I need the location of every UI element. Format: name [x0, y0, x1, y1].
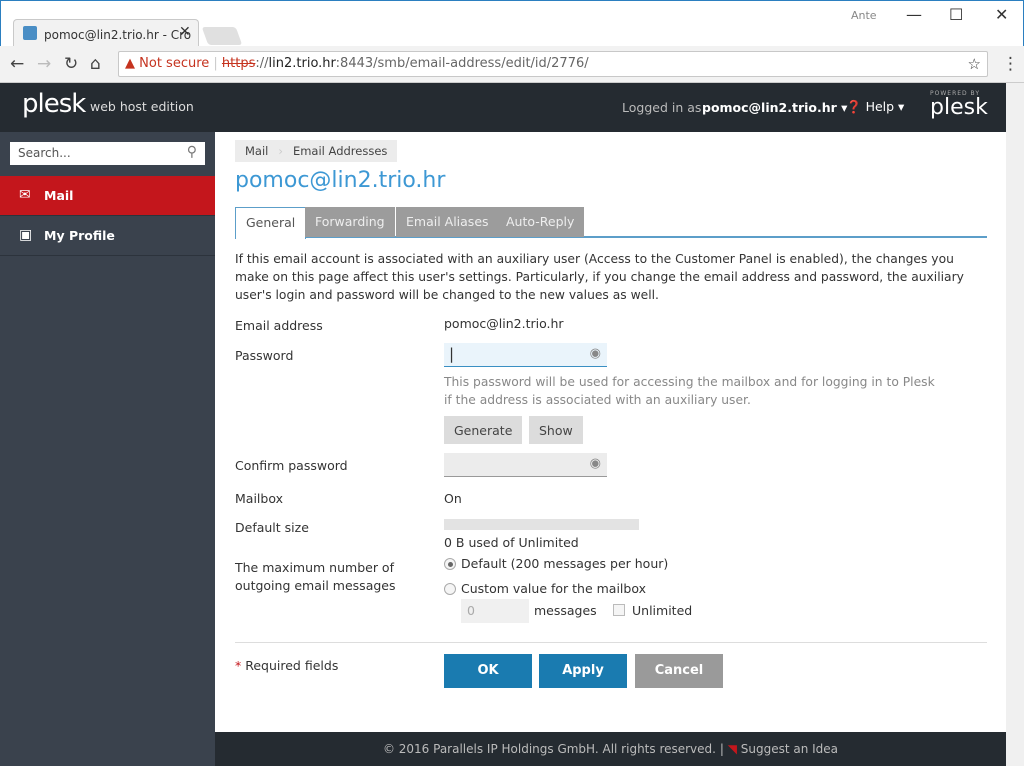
breadcrumb-mail[interactable]: Mail: [235, 144, 278, 158]
close-tab-icon[interactable]: ✕: [179, 24, 191, 40]
tab-general[interactable]: General: [235, 207, 307, 239]
tab-bar: General Forwarding Email Aliases Auto-Re…: [235, 207, 987, 239]
sidebar-item-mail[interactable]: ✉ Mail: [0, 176, 215, 216]
breadcrumb: Mail › Email Addresses: [235, 140, 398, 162]
page-title: pomoc@lin2.trio.hr: [235, 168, 446, 193]
mailbox-label: Mailbox: [235, 491, 283, 506]
required-note: * Required fields: [235, 658, 338, 673]
profile-name[interactable]: Ante: [851, 9, 877, 22]
help-icon: ❓: [846, 99, 862, 114]
sidebar: Search... ⚲ ✉ Mail ▣ My Profile: [0, 132, 215, 766]
password-hint: This password will be used for accessing…: [444, 375, 935, 407]
logged-in-label: Logged in as: [622, 100, 702, 115]
minimize-icon[interactable]: —: [906, 5, 922, 24]
messages-label: messages: [534, 603, 597, 618]
confirm-password-label: Confirm password: [235, 458, 348, 473]
unlimited-checkbox[interactable]: [613, 604, 625, 616]
browser-titlebar: pomoc@lin2.trio.hr - Cro ✕ Ante — ☐ ✕: [0, 0, 1024, 47]
email-value: pomoc@lin2.trio.hr: [444, 316, 564, 331]
url-path: :8443/smb/email-address/edit/id/2776/: [335, 56, 589, 71]
default-size-label: Default size: [235, 520, 309, 535]
custom-option-label[interactable]: Custom value for the mailbox: [461, 581, 646, 596]
user-name: pomoc@lin2.trio.hr: [702, 100, 837, 115]
confirm-password-input[interactable]: ◉: [444, 453, 607, 477]
favicon-icon: [23, 26, 37, 40]
plesk-header: plesk web host edition Logged in as pomo…: [0, 83, 1006, 132]
powered-plesk-logo: plesk: [930, 95, 988, 120]
suggest-icon: ◥: [727, 742, 737, 756]
key-icon[interactable]: ◉: [590, 346, 601, 361]
bookmark-star-icon[interactable]: ☆: [968, 55, 981, 73]
usage-bar: [444, 519, 639, 530]
max-messages-label-2: outgoing email messages: [235, 578, 396, 593]
help-menu[interactable]: ❓ Help ▾: [846, 99, 904, 115]
url-scheme: https: [221, 56, 256, 71]
custom-radio[interactable]: [444, 583, 456, 595]
sidebar-item-label: My Profile: [44, 228, 115, 243]
required-mark: *: [235, 658, 242, 673]
tab-title: pomoc@lin2.trio.hr - Cro: [44, 28, 192, 42]
forward-icon[interactable]: →: [37, 54, 51, 74]
user-menu[interactable]: pomoc@lin2.trio.hr ▾: [702, 100, 847, 115]
sidebar-item-label: Mail: [44, 188, 74, 203]
key-icon[interactable]: ◉: [590, 456, 601, 471]
search-input[interactable]: Search... ⚲: [10, 142, 205, 165]
ok-button[interactable]: OK: [444, 654, 532, 688]
new-tab-button[interactable]: [201, 27, 243, 45]
profile-icon: ▣: [19, 227, 33, 243]
mail-icon: ✉: [19, 187, 31, 203]
search-placeholder: Search...: [18, 146, 71, 160]
security-label[interactable]: Not secure: [139, 56, 209, 71]
main-content: Mail › Email Addresses pomoc@lin2.trio.hr …: [215, 132, 1006, 732]
apply-button[interactable]: Apply: [539, 654, 627, 688]
suggest-idea-link[interactable]: Suggest an Idea: [741, 742, 838, 756]
divider: [235, 642, 987, 643]
usage-text: 0 B used of Unlimited: [444, 535, 579, 550]
separator: |: [719, 742, 724, 756]
browser-toolbar: ← → ↻ ⌂ ▲ Not secure | https://lin2.trio…: [0, 46, 1024, 83]
cancel-button[interactable]: Cancel: [635, 654, 723, 688]
address-bar[interactable]: ▲ Not secure | https://lin2.trio.hr:8443…: [118, 51, 988, 77]
generate-button[interactable]: Generate: [444, 416, 523, 444]
close-window-icon[interactable]: ✕: [995, 5, 1008, 24]
url-host: lin2.trio.hr: [268, 56, 336, 71]
tab-forwarding[interactable]: Forwarding: [305, 207, 395, 237]
breadcrumb-email-addresses[interactable]: Email Addresses: [283, 144, 397, 158]
footer: © 2016 Parallels IP Holdings GmbH. All r…: [215, 732, 1006, 766]
plesk-logo[interactable]: plesk: [22, 89, 86, 119]
tab-auto-reply[interactable]: Auto-Reply: [496, 207, 585, 237]
search-icon[interactable]: ⚲: [187, 144, 197, 160]
custom-value-input[interactable]: 0: [461, 599, 529, 623]
home-icon[interactable]: ⌂: [90, 54, 101, 74]
email-label: Email address: [235, 318, 323, 333]
mailbox-value: On: [444, 491, 462, 506]
intro-text: If this email account is associated with…: [235, 252, 964, 302]
default-option-label[interactable]: Default (200 messages per hour): [461, 556, 668, 571]
back-icon[interactable]: ←: [10, 54, 24, 74]
browser-tab[interactable]: pomoc@lin2.trio.hr - Cro: [13, 19, 199, 47]
maximize-icon[interactable]: ☐: [949, 5, 963, 24]
tab-email-aliases[interactable]: Email Aliases: [396, 207, 499, 237]
max-messages-label-1: The maximum number of: [235, 560, 394, 575]
scrollbar[interactable]: [1006, 83, 1024, 766]
show-button[interactable]: Show: [529, 416, 583, 444]
help-label: Help: [865, 99, 895, 114]
password-input[interactable]: | ◉: [444, 343, 607, 367]
default-radio[interactable]: [444, 558, 456, 570]
required-text: Required fields: [245, 658, 339, 673]
sidebar-item-my-profile[interactable]: ▣ My Profile: [0, 216, 215, 256]
copyright: © 2016 Parallels IP Holdings GmbH. All r…: [382, 742, 716, 756]
warning-icon: ▲: [125, 56, 135, 71]
menu-icon[interactable]: ⋮: [1002, 54, 1019, 74]
reload-icon[interactable]: ↻: [64, 54, 78, 74]
edition-label: web host edition: [90, 99, 194, 114]
unlimited-label[interactable]: Unlimited: [632, 603, 692, 618]
password-label: Password: [235, 348, 294, 363]
